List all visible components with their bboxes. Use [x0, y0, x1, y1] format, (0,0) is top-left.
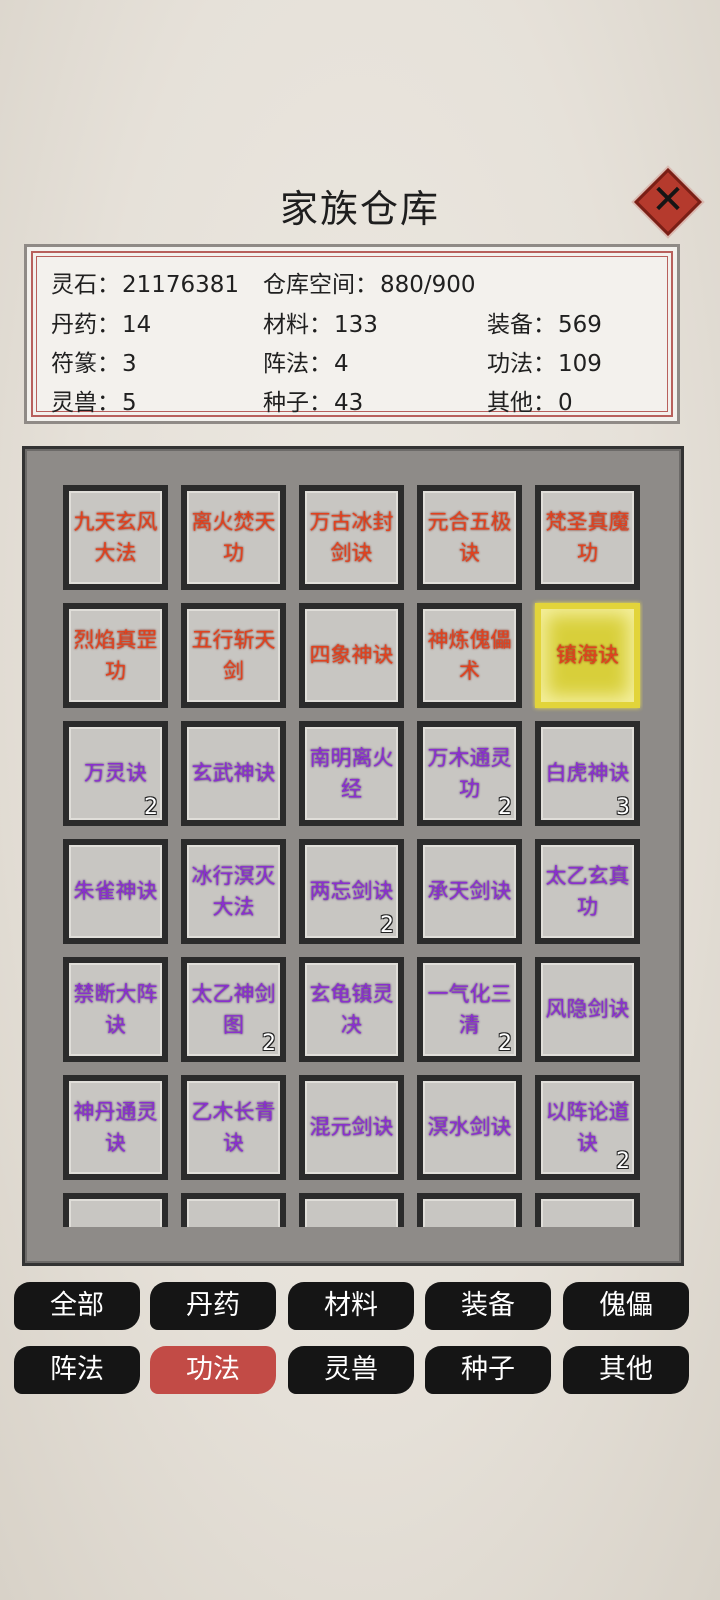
item-slot[interactable]: 混元剑诀 [299, 1075, 404, 1180]
tab-3[interactable]: 材料 [288, 1282, 414, 1330]
item-slot[interactable]: 五行斩天剑 [181, 603, 286, 708]
stat-lingshou: 灵兽：5 [51, 390, 137, 416]
item-name: 朱雀神诀 [73, 879, 158, 903]
item-name: 南明离火经 [309, 745, 394, 801]
item-name [69, 1199, 162, 1227]
item-name: 梵圣真魔功 [545, 509, 630, 565]
tab-10[interactable]: 其他 [563, 1346, 689, 1394]
item-slot[interactable]: 白虎神诀 3 [535, 721, 640, 826]
stat-zhuangbei: 装备：569 [487, 312, 602, 338]
item-slot[interactable]: 九天玄风大法 [63, 485, 168, 590]
item-name: 五行斩天剑 [191, 627, 276, 683]
item-slot[interactable]: 乙木长青诀 [181, 1075, 286, 1180]
item-slot[interactable]: 太乙神剑图 2 [181, 957, 286, 1062]
item-slot[interactable]: 一气化三清 2 [417, 957, 522, 1062]
tab-4[interactable]: 装备 [425, 1282, 551, 1330]
item-slot[interactable]: 离火焚天功 [181, 485, 286, 590]
stats-panel: 灵石：21176381 仓库空间：880/900 丹药：14 材料：133 装备… [24, 244, 680, 424]
item-slot[interactable]: 玄龟镇灵决 [299, 957, 404, 1062]
item-name: 太乙玄真功 [545, 863, 630, 919]
item-name [305, 1199, 398, 1227]
tab-9[interactable]: 种子 [425, 1346, 551, 1394]
item-count: 2 [616, 1149, 630, 1174]
item-slot[interactable]: 神炼傀儡术 [417, 603, 522, 708]
item-slot[interactable]: 承天剑诀 [417, 839, 522, 944]
item-slot[interactable]: 冰行溟灭大法 [181, 839, 286, 944]
item-slot[interactable]: 烈焰真罡功 [63, 603, 168, 708]
item-name [423, 1199, 516, 1227]
item-name [541, 1199, 634, 1227]
tab-5[interactable]: 傀儡 [563, 1282, 689, 1330]
stat-lingshi: 灵石：21176381 [51, 272, 240, 298]
item-name: 万古冰封剑诀 [309, 509, 394, 565]
item-slot[interactable]: 玄武神诀 [181, 721, 286, 826]
item-count: 2 [262, 1031, 276, 1056]
item-slot[interactable]: 四象神诀 [299, 603, 404, 708]
item-name: 混元剑诀 [309, 1115, 394, 1139]
item-slot[interactable]: 万器真灵 [181, 1193, 286, 1227]
stat-storage-space: 仓库空间：880/900 [263, 272, 476, 298]
item-name: 玄武神诀 [191, 761, 276, 785]
tab-6[interactable]: 阵法 [14, 1346, 140, 1394]
item-name: 镇海诀 [556, 643, 619, 667]
item-count: 2 [498, 795, 512, 820]
item-slot[interactable]: 南明离火经 [299, 721, 404, 826]
item-slot[interactable]: 禁断大阵诀 [63, 957, 168, 1062]
stat-zhenfa: 阵法：4 [263, 351, 349, 377]
item-count: 2 [380, 913, 394, 938]
item-name: 元合五极诀 [427, 509, 512, 565]
item-grid[interactable]: 九天玄风大法 离火焚天功 万古冰封剑诀 元合五极诀 梵圣真魔功烈焰真罡功 五行斩天剑 四象神… [63, 485, 643, 1227]
item-slot[interactable]: 梵圣真魔功 [535, 485, 640, 590]
stat-danyao: 丹药：14 [51, 312, 152, 338]
item-name: 神炼傀儡术 [427, 627, 512, 683]
item-name: 乙木长青诀 [191, 1099, 276, 1155]
item-slot[interactable] [63, 1193, 168, 1227]
item-count: 3 [616, 795, 630, 820]
close-x-icon[interactable]: ✕ [640, 172, 696, 228]
item-slot[interactable]: 风隐剑诀 [535, 957, 640, 1062]
item-name: 神丹通灵诀 [73, 1099, 158, 1155]
item-name: 风隐剑诀 [545, 997, 630, 1021]
tab-7[interactable]: 功法 [150, 1346, 276, 1394]
item-name: 离火焚天功 [191, 509, 276, 565]
page-title: 家族仓库 [279, 187, 440, 231]
item-name: 禁断大阵诀 [73, 981, 158, 1037]
item-slot[interactable] [417, 1193, 522, 1227]
stat-zhongzi: 种子：43 [263, 390, 364, 416]
item-name: 承天剑诀 [427, 879, 512, 903]
item-name: 冰行溟灭大法 [191, 863, 276, 919]
item-grid-panel[interactable]: 九天玄风大法 离火焚天功 万古冰封剑诀 元合五极诀 梵圣真魔功烈焰真罡功 五行斩天剑 四象神… [22, 446, 684, 1266]
item-name: 烈焰真罡功 [73, 627, 158, 683]
item-slot[interactable]: 万木通灵功 2 [417, 721, 522, 826]
stat-qita: 其他：0 [487, 390, 573, 416]
tab-2[interactable]: 丹药 [150, 1282, 276, 1330]
item-slot[interactable] [299, 1193, 404, 1227]
item-count: 2 [498, 1031, 512, 1056]
item-slot[interactable]: 元合五极诀 [417, 485, 522, 590]
item-slot[interactable]: 神丹通灵诀 [63, 1075, 168, 1180]
item-slot[interactable]: 万灵诀 2 [63, 721, 168, 826]
item-slot[interactable]: 两忘剑诀 2 [299, 839, 404, 944]
item-count: 2 [144, 795, 158, 820]
item-name: 万器真灵 [187, 1199, 280, 1227]
item-slot[interactable]: 镇海诀 [535, 603, 640, 708]
stat-gongfa: 功法：109 [487, 351, 602, 377]
tab-8[interactable]: 灵兽 [288, 1346, 414, 1394]
stat-fuzhuan: 符篆：3 [51, 351, 137, 377]
item-slot[interactable]: 太乙玄真功 [535, 839, 640, 944]
item-slot[interactable]: 溟水剑诀 [417, 1075, 522, 1180]
item-slot[interactable]: 朱雀神诀 [63, 839, 168, 944]
item-name: 四象神诀 [309, 643, 394, 667]
item-name: 溟水剑诀 [427, 1115, 512, 1139]
item-name: 九天玄风大法 [73, 509, 158, 565]
stat-cailiao: 材料：133 [263, 312, 378, 338]
item-name: 玄龟镇灵决 [309, 981, 394, 1037]
item-slot[interactable]: 以阵论道诀 2 [535, 1075, 640, 1180]
item-slot[interactable]: 万古冰封剑诀 [299, 485, 404, 590]
item-slot[interactable] [535, 1193, 640, 1227]
tab-1[interactable]: 全部 [14, 1282, 140, 1330]
